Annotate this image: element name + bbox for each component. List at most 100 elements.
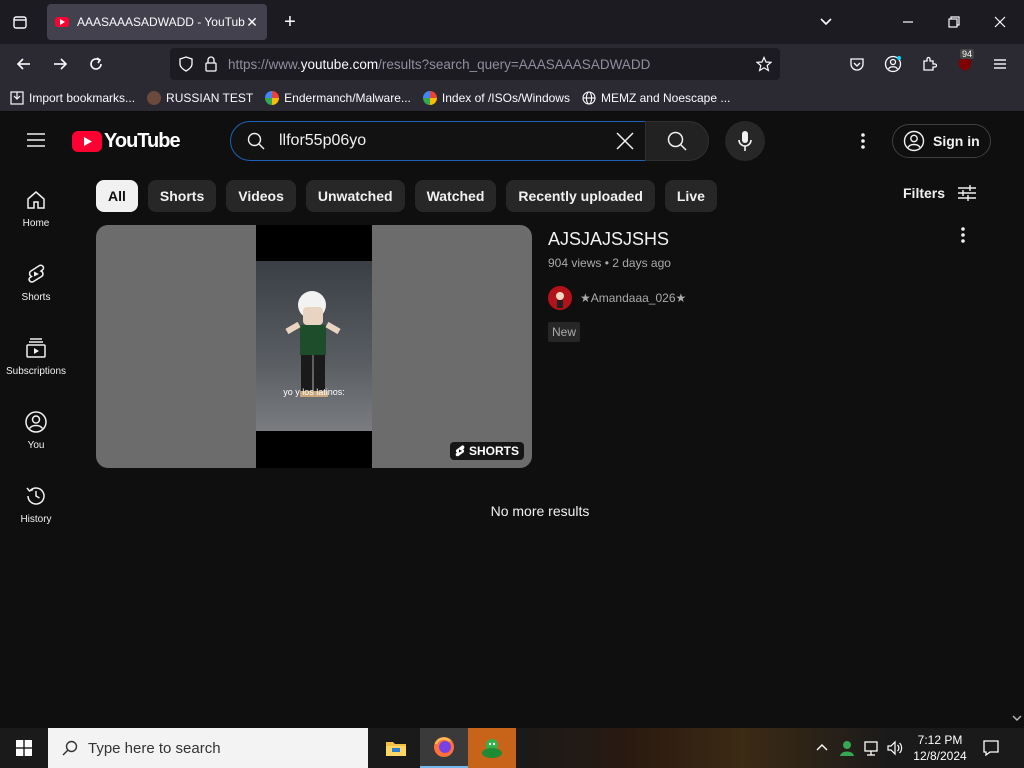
search-icon: [247, 132, 265, 150]
google-icon: [265, 90, 280, 105]
forward-arrow-icon[interactable]: [48, 52, 72, 76]
green-app-icon: [480, 737, 504, 759]
channel-row[interactable]: ★Amandaaa_026★: [548, 286, 686, 310]
subscriptions-icon: [24, 336, 48, 360]
bookmark-endermanch[interactable]: Endermanch/Malware...: [265, 90, 411, 105]
search-box[interactable]: [230, 121, 646, 161]
green-app[interactable]: [468, 728, 516, 768]
search-icon: [62, 740, 78, 756]
restore-button[interactable]: [942, 10, 966, 34]
shorts-small-icon: [455, 445, 465, 457]
channel-avatar[interactable]: [548, 286, 572, 310]
shield-icon[interactable]: [178, 56, 194, 72]
notifications-icon[interactable]: [982, 739, 1000, 757]
chip-unwatched[interactable]: Unwatched: [305, 180, 405, 212]
windows-taskbar: Type here to search 7:12 PM 12/8/2024: [0, 728, 1024, 768]
tab-list-icon[interactable]: [8, 10, 32, 34]
shorts-icon: [24, 262, 48, 286]
bookmark-memz[interactable]: MEMZ and Noescape ...: [582, 91, 730, 105]
new-tab-button[interactable]: +: [278, 10, 302, 34]
clock-time: 7:12 PM: [917, 733, 963, 747]
firefox-app[interactable]: [420, 728, 468, 768]
channel-name[interactable]: ★Amandaaa_026★: [580, 291, 686, 305]
taskbar-search-box[interactable]: Type here to search: [48, 728, 368, 768]
chip-shorts[interactable]: Shorts: [147, 180, 217, 212]
pocket-icon[interactable]: [845, 52, 869, 76]
thumbnail-caption: yo y los latinos:: [283, 387, 345, 397]
tray-people-icon[interactable]: [838, 739, 856, 757]
account-icon[interactable]: [881, 52, 905, 76]
youtube-play-icon: [72, 131, 102, 152]
volume-icon[interactable]: [886, 739, 904, 757]
thumbnail-scene: yo y los latinos:: [256, 261, 372, 431]
avatar-character-icon: [285, 291, 341, 397]
menu-hamburger-icon[interactable]: [988, 52, 1012, 76]
chip-recently-uploaded[interactable]: Recently uploaded: [506, 180, 655, 212]
you-icon: [24, 410, 48, 434]
youtube-logo[interactable]: YouTube: [72, 130, 181, 153]
guide-menu-icon[interactable]: [26, 132, 46, 148]
search-input[interactable]: [279, 132, 615, 150]
close-window-button[interactable]: [988, 10, 1012, 34]
sign-in-button[interactable]: Sign in: [892, 124, 991, 158]
youtube-header: YouTube Sign in: [0, 113, 1024, 169]
folder-icon: [385, 739, 407, 757]
browser-tab-bar: AAASAAASADWADD - YouTube ✕ +: [0, 0, 1024, 44]
no-more-results-message: No more results: [490, 503, 590, 519]
filter-chips: All Shorts Videos Unwatched Watched Rece…: [96, 180, 727, 212]
file-explorer-app[interactable]: [372, 728, 420, 768]
shorts-badge: SHORTS: [449, 442, 524, 460]
chip-all[interactable]: All: [96, 180, 138, 212]
taskbar-clock[interactable]: 7:12 PM 12/8/2024: [910, 732, 970, 764]
chip-live[interactable]: Live: [664, 180, 717, 212]
microphone-icon: [737, 130, 753, 152]
bookmark-import[interactable]: Import bookmarks...: [10, 91, 135, 105]
browser-tab-active[interactable]: AAASAAASADWADD - YouTube ✕: [47, 4, 267, 40]
tray-overflow-chevron-icon[interactable]: [816, 742, 828, 752]
tab-dropdown-chevron-icon[interactable]: [814, 10, 838, 34]
tab-close-icon[interactable]: ✕: [245, 14, 259, 31]
filters-button[interactable]: Filters: [903, 184, 977, 202]
start-button[interactable]: [0, 728, 48, 768]
sidebar-item-subscriptions[interactable]: Subscriptions: [0, 336, 72, 396]
sidebar-item-you[interactable]: You: [0, 410, 72, 470]
browser-navigation-bar: https://www.youtube.com/results?search_q…: [0, 44, 1024, 84]
extension-badge: 94: [960, 49, 975, 59]
address-bar[interactable]: https://www.youtube.com/results?search_q…: [170, 48, 780, 80]
video-thumbnail[interactable]: yo y los latinos: SHORTS: [96, 225, 532, 468]
circle-icon: [147, 90, 162, 105]
page-scrollbar-down-icon[interactable]: [1012, 714, 1022, 722]
voice-search-button[interactable]: [725, 121, 765, 161]
google-icon: [422, 90, 437, 105]
settings-more-icon[interactable]: [860, 132, 866, 150]
lock-icon[interactable]: [204, 56, 218, 72]
windows-logo-icon: [16, 740, 32, 756]
ublock-extension-icon[interactable]: 94: [953, 49, 977, 76]
bookmarks-toolbar: Import bookmarks... RUSSIAN TEST Enderma…: [0, 84, 1024, 112]
search-button[interactable]: [645, 121, 709, 161]
sliders-icon: [957, 184, 977, 202]
bookmark-index-isos[interactable]: Index of /ISOs/Windows: [422, 90, 570, 105]
search-icon: [667, 131, 687, 151]
chip-watched[interactable]: Watched: [414, 180, 497, 212]
bookmark-star-icon[interactable]: [756, 56, 772, 72]
minimize-button[interactable]: [896, 10, 920, 34]
extensions-puzzle-icon[interactable]: [917, 52, 941, 76]
sidebar-item-home[interactable]: Home: [0, 188, 72, 248]
bookmark-russian-test[interactable]: RUSSIAN TEST: [147, 90, 253, 105]
globe-icon: [582, 90, 596, 105]
back-arrow-icon[interactable]: [12, 52, 36, 76]
video-metadata: AJSJAJSJSHS 904 views • 2 days ago ★Aman…: [548, 229, 686, 342]
url-text[interactable]: https://www.youtube.com/results?search_q…: [228, 57, 756, 72]
clear-search-icon[interactable]: [615, 131, 635, 151]
video-more-actions-icon[interactable]: [960, 226, 966, 244]
account-circle-icon: [903, 130, 925, 152]
sidebar-item-shorts[interactable]: Shorts: [0, 262, 72, 322]
home-icon: [24, 188, 48, 212]
clock-date: 12/8/2024: [913, 749, 967, 763]
reload-icon[interactable]: [84, 52, 108, 76]
new-badge: New: [548, 322, 581, 342]
video-title[interactable]: AJSJAJSJSHS: [548, 229, 686, 250]
chip-videos[interactable]: Videos: [226, 180, 296, 212]
network-icon[interactable]: [862, 739, 880, 757]
